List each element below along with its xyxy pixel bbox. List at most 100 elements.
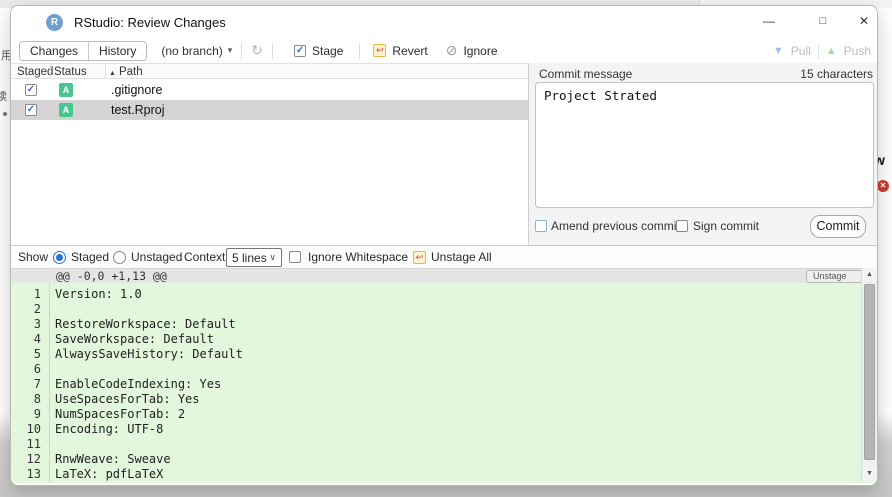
diff-line: 2 [11, 302, 877, 317]
commit-footer: Amend previous commit Sign commit Commit [529, 213, 878, 245]
amend-label: Amend previous commit [551, 219, 680, 233]
amend-checkbox[interactable] [535, 220, 547, 232]
push-button[interactable]: Push [844, 44, 871, 58]
diff-line-number: 11 [11, 437, 41, 452]
minimize-button[interactable]: — [749, 6, 789, 36]
pull-arrow-icon: ▼ [773, 45, 784, 57]
branch-dropdown[interactable]: (no branch) ▾ [161, 44, 232, 58]
diff-line: 10 Encoding: UTF-8 [11, 422, 877, 437]
revert-icon: ↩ [373, 44, 386, 57]
staged-radio-label[interactable]: Staged [71, 246, 109, 269]
hunk-range: @@ -0,0 +1,13 @@ [56, 269, 167, 284]
title-bar: R RStudio: Review Changes — □ ✕ [11, 6, 877, 38]
ignore-whitespace-checkbox[interactable] [289, 251, 301, 263]
unstaged-radio-label[interactable]: Unstaged [131, 246, 182, 269]
staged-checkbox[interactable]: ✓ [25, 104, 37, 116]
revert-button[interactable]: ↩ Revert [373, 44, 427, 58]
diff-line-number: 5 [11, 347, 41, 362]
diff-line-number: 1 [11, 287, 41, 302]
column-header-status[interactable]: Status [54, 65, 87, 79]
pull-button[interactable]: Pull [791, 44, 811, 58]
commit-message-label: Commit message [539, 67, 632, 81]
file-path: test.Rproj [111, 100, 165, 120]
view-tabs: Changes History [19, 41, 147, 61]
file-row[interactable]: ✓ A test.Rproj [11, 100, 528, 120]
diff-options-bar: Show Staged Unstaged Context 5 lines ∨ I… [11, 245, 877, 268]
diff-line-number: 9 [11, 407, 41, 422]
refresh-icon[interactable]: ↻ [251, 42, 263, 59]
unstage-all-icon: ↩ [413, 251, 426, 264]
diff-line: 7 EnableCodeIndexing: Yes [11, 377, 877, 392]
commit-panel: Commit message 15 characters Project Str… [528, 63, 878, 245]
diff-line-number: 12 [11, 452, 41, 467]
sort-ascending-icon: ▲ [109, 70, 116, 77]
diff-line-text: SaveWorkspace: Default [55, 332, 214, 346]
file-list-header: Staged Status ▲Path [11, 63, 528, 79]
column-header-path[interactable]: ▲Path [109, 65, 143, 81]
tab-changes[interactable]: Changes [20, 42, 88, 60]
stage-label: Stage [312, 44, 343, 58]
diff-hunk-header: @@ -0,0 +1,13 @@ Unstage chunk [11, 268, 877, 283]
unstaged-radio[interactable] [113, 251, 126, 264]
diff-scrollbar[interactable]: ▲ ▼ [861, 268, 877, 481]
background-error-badge-icon: ✕ [877, 180, 889, 192]
diff-line: 12 RnwWeave: Sweave [11, 452, 877, 467]
toolbar-separator [241, 43, 242, 59]
column-header-staged[interactable]: Staged [17, 65, 53, 79]
review-changes-dialog: R RStudio: Review Changes — □ ✕ Changes … [10, 5, 878, 486]
revert-label: Revert [392, 44, 427, 58]
sign-checkbox[interactable] [676, 220, 688, 232]
diff-line-number: 7 [11, 377, 41, 392]
diff-line: 3RestoreWorkspace: Default [11, 317, 877, 332]
branch-label: (no branch) [161, 44, 222, 58]
diff-line-text: EnableCodeIndexing: Yes [55, 377, 221, 391]
stage-checkbox-icon: ✓ [294, 45, 306, 57]
git-toolbar: Changes History (no branch) ▾ ↻ ✓ Stage … [11, 38, 877, 63]
column-separator [105, 64, 106, 78]
scroll-down-icon[interactable]: ▼ [862, 467, 877, 481]
ignore-button[interactable]: ⊘ Ignore [446, 42, 498, 59]
diff-line-number: 10 [11, 422, 41, 437]
close-button[interactable]: ✕ [844, 6, 878, 36]
diff-line: 6 [11, 362, 877, 377]
diff-line-text: RnwWeave: Sweave [55, 452, 171, 466]
stage-button[interactable]: ✓ Stage [294, 44, 343, 58]
ignore-icon: ⊘ [446, 42, 458, 59]
unstage-all-button[interactable]: Unstage All [431, 246, 492, 269]
chevron-down-icon: ∨ [269, 252, 276, 263]
diff-line: 11 [11, 437, 877, 452]
diff-line-text: Encoding: UTF-8 [55, 422, 163, 436]
show-label: Show [18, 246, 48, 269]
scroll-up-icon[interactable]: ▲ [862, 268, 877, 282]
context-select[interactable]: 5 lines ∨ [226, 248, 282, 267]
maximize-button[interactable]: □ [803, 6, 843, 36]
diff-line: 5 AlwaysSaveHistory: Default [11, 347, 877, 362]
pull-push-group: ▼ Pull ▲ Push [773, 38, 871, 63]
diff-line-text: AlwaysSaveHistory: Default [55, 347, 243, 361]
status-badge: A [59, 103, 73, 117]
commit-message-input[interactable]: Project Strated [535, 82, 874, 208]
diff-line: 1 Version: 1.0 [11, 287, 877, 302]
background-bullet [3, 112, 7, 116]
staged-checkbox[interactable]: ✓ [25, 84, 37, 96]
diff-line-text: LaTeX: pdfLaTeX [55, 467, 163, 481]
background-text-fragment: 读 [0, 88, 7, 104]
context-label: Context [184, 246, 225, 269]
scrollbar-thumb[interactable] [864, 284, 875, 460]
file-path: .gitignore [111, 80, 162, 100]
diff-lines: 1 Version: 1.023RestoreWorkspace: Default… [11, 283, 877, 483]
diff-line-text: UseSpacesForTab: Yes [55, 392, 200, 406]
character-count: 15 characters [800, 67, 873, 81]
diff-line-text: Version: 1.0 [55, 287, 142, 301]
file-row[interactable]: ✓ A .gitignore [11, 80, 528, 100]
staged-radio[interactable] [53, 251, 66, 264]
tab-history[interactable]: History [88, 42, 146, 60]
sign-label: Sign commit [693, 219, 759, 233]
commit-button[interactable]: Commit [810, 215, 866, 238]
diff-line-number: 6 [11, 362, 41, 377]
toolbar-separator [818, 44, 819, 58]
diff-line-text: NumSpacesForTab: 2 [55, 407, 185, 421]
ignore-label: Ignore [463, 44, 497, 58]
rstudio-logo-icon: R [46, 14, 63, 31]
chevron-down-icon: ▾ [228, 45, 233, 56]
